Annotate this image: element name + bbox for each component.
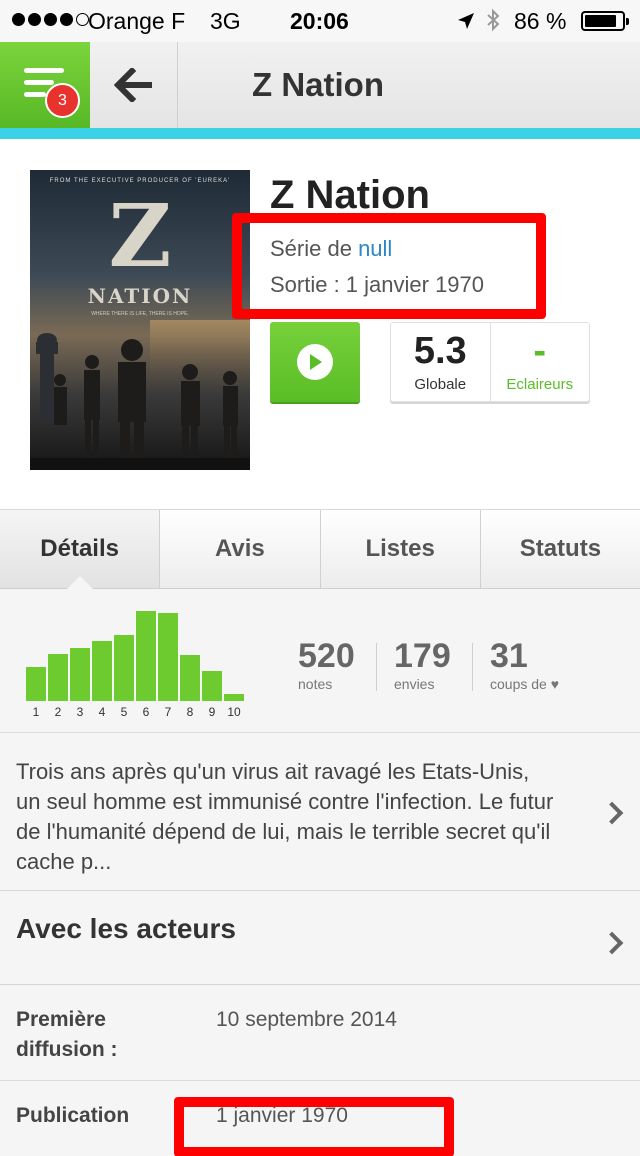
poster-credit: FROM THE EXECUTIVE PRODUCER OF 'EUREKA' <box>49 178 231 184</box>
histogram-bar <box>202 671 222 701</box>
page-title: Z Nation <box>252 66 384 103</box>
divider <box>472 643 473 691</box>
carrier-name: Orange F <box>88 8 186 34</box>
synopsis-text: Trois ans après qu'un virus ait ravagé l… <box>16 759 554 874</box>
histogram-bar <box>48 654 68 701</box>
scouts-rating-label: Eclaireurs <box>506 375 574 393</box>
divider <box>376 643 377 691</box>
histogram-label: 10 <box>227 705 241 719</box>
histogram-bar <box>224 694 244 701</box>
status-bar: Orange F 3G 20:06 86 % <box>0 0 640 42</box>
histogram-label: 6 <box>142 705 150 719</box>
histogram-label: 1 <box>32 705 40 719</box>
chevron-right-icon <box>600 931 624 955</box>
notes-count[interactable]: 520 notes <box>298 639 355 692</box>
histogram-bar <box>180 655 200 701</box>
histogram-bar <box>158 613 178 701</box>
poster-image[interactable]: FROM THE EXECUTIVE PRODUCER OF 'EUREKA' … <box>30 170 250 470</box>
tab-lists[interactable]: Listes <box>319 510 480 588</box>
rating-stats: 1 2 3 4 5 6 7 8 9 10 520 notes 179 envies 31 coup… <box>0 589 640 733</box>
first-air-date-label: Première diffusion : <box>16 1008 118 1061</box>
rating-histogram: 1 2 3 4 5 6 7 8 9 10 <box>26 605 246 719</box>
tab-bar: Détails Avis Listes Statuts <box>0 509 640 590</box>
clock: 20:06 <box>290 8 349 34</box>
favorites-label: coups de ♥ <box>490 676 560 692</box>
red-highlight-publication <box>174 1097 454 1156</box>
poster-logo-word: NATION <box>87 284 193 308</box>
network-type: 3G <box>210 8 241 34</box>
red-highlight-meta <box>232 213 546 319</box>
poster-logo-letter: Z <box>108 186 172 287</box>
histogram-bar <box>136 611 156 701</box>
battery-percent: 86 % <box>514 8 567 34</box>
scouts-rating-value: - <box>533 329 547 372</box>
histogram-label: 9 <box>208 705 216 719</box>
poster-tagline: WHERE THERE IS LIFE, THERE IS HOPE. <box>91 311 189 317</box>
histogram-bar <box>70 648 90 701</box>
navigation-bar: 3 Z Nation <box>0 42 640 130</box>
histogram-label: 3 <box>76 705 84 719</box>
back-button[interactable] <box>90 42 178 128</box>
active-tab-indicator <box>66 576 94 590</box>
histogram-bar <box>92 641 112 701</box>
favorites-value: 31 <box>490 637 528 675</box>
envies-label: envies <box>394 676 435 692</box>
actors-row[interactable]: Avec les acteurs <box>0 891 640 985</box>
synopsis-row[interactable]: Trois ans après qu'un virus ait ravagé l… <box>0 733 640 891</box>
play-icon <box>297 344 333 380</box>
first-air-date-row: Première diffusion : 10 septembre 2014 <box>0 985 640 1081</box>
histogram-label: 4 <box>98 705 106 719</box>
actors-title: Avec les acteurs <box>16 913 236 944</box>
chevron-right-icon <box>600 801 624 825</box>
histogram-label: 7 <box>164 705 172 719</box>
back-arrow-icon <box>113 68 152 102</box>
notes-value: 520 <box>298 637 355 675</box>
global-rating-value: 5.3 <box>413 329 467 372</box>
bluetooth-icon <box>484 8 502 38</box>
favorites-count[interactable]: 31 coups de ♥ <box>490 639 559 692</box>
rating-panel: 5.3 Globale - Eclaireurs <box>390 322 590 402</box>
show-title: Z Nation <box>270 173 430 217</box>
publication-label: Publication <box>16 1104 130 1127</box>
histogram-label: 5 <box>120 705 128 719</box>
battery-icon <box>581 11 629 31</box>
notification-badge: 3 <box>45 83 80 118</box>
poster-figures-illustration <box>30 320 250 470</box>
histogram-label: 8 <box>186 705 194 719</box>
histogram-bar <box>26 667 46 701</box>
histogram-label: 2 <box>54 705 62 719</box>
accent-stripe <box>0 128 640 139</box>
global-rating[interactable]: 5.3 Globale <box>391 323 490 401</box>
menu-button[interactable]: 3 <box>0 42 90 128</box>
notes-label: notes <box>298 676 333 692</box>
global-rating-label: Globale <box>414 375 467 393</box>
envies-count[interactable]: 179 envies <box>394 639 451 692</box>
signal-strength-icon <box>12 13 89 26</box>
show-header: FROM THE EXECUTIVE PRODUCER OF 'EUREKA' … <box>0 139 640 509</box>
play-trailer-button[interactable] <box>270 322 360 402</box>
first-air-date-value: 10 septembre 2014 <box>216 1008 397 1031</box>
location-arrow-icon <box>456 10 476 37</box>
tab-reviews[interactable]: Avis <box>159 510 319 588</box>
envies-value: 179 <box>394 637 451 675</box>
histogram-bar <box>114 635 134 701</box>
tab-statuses[interactable]: Statuts <box>479 510 640 588</box>
scouts-rating[interactable]: - Eclaireurs <box>489 323 590 401</box>
